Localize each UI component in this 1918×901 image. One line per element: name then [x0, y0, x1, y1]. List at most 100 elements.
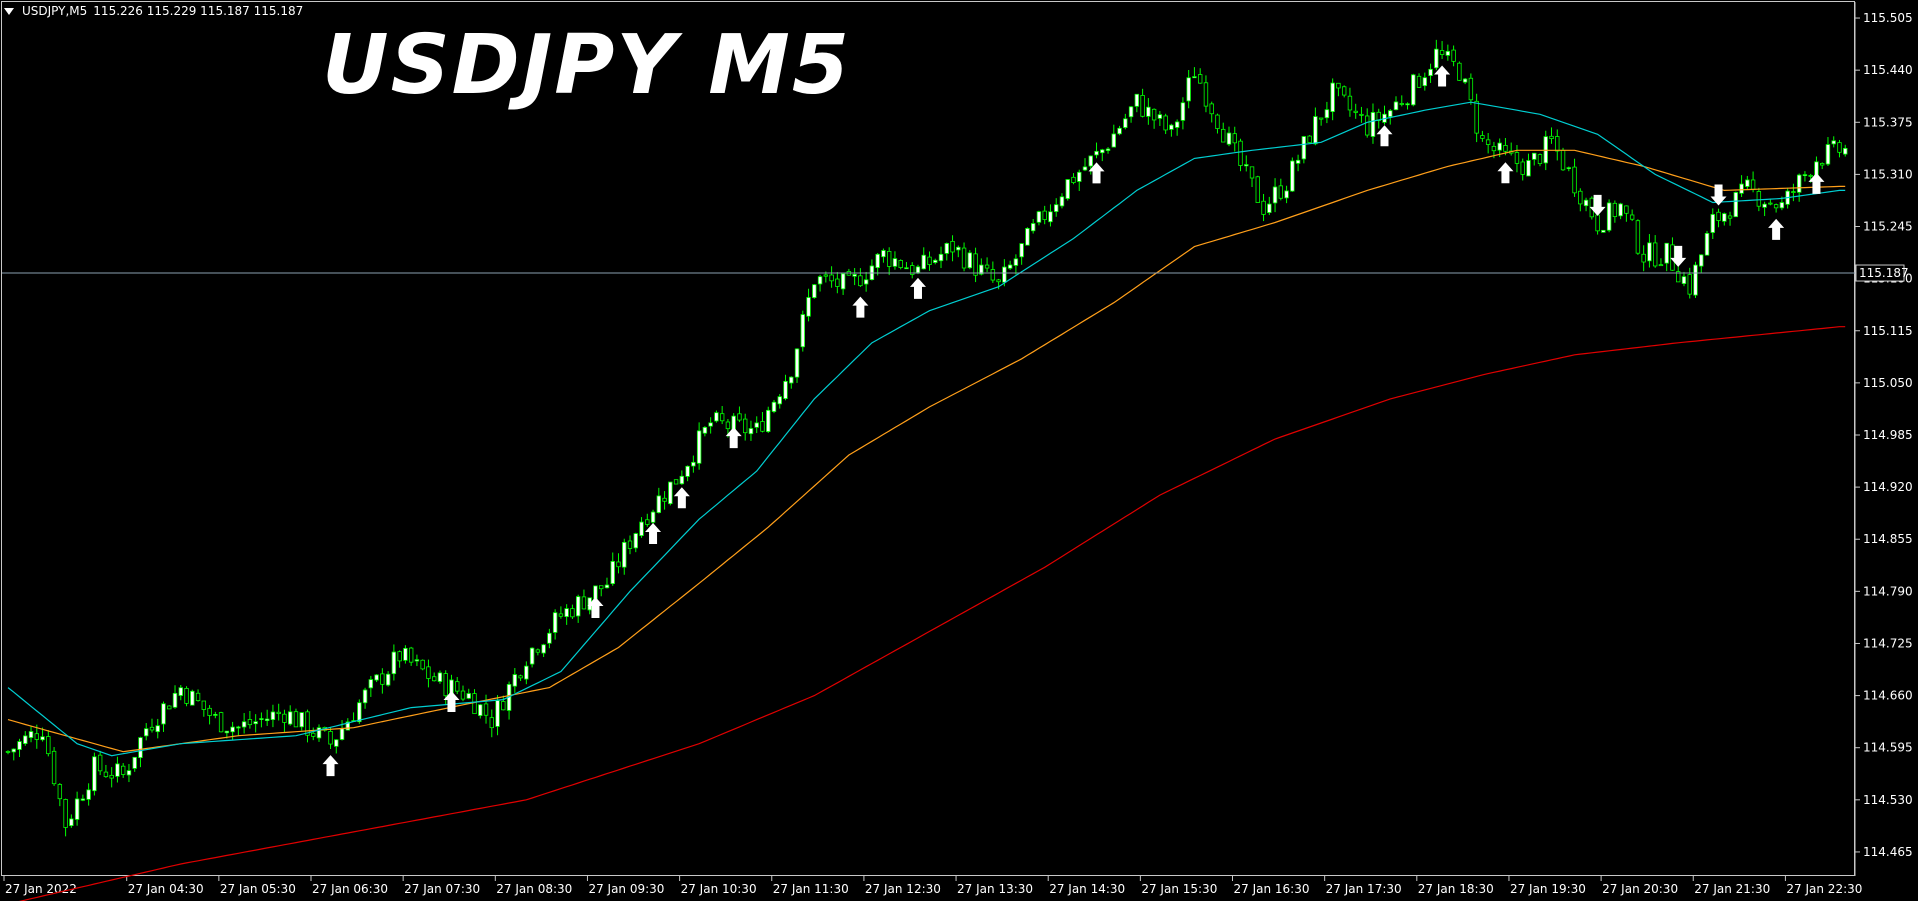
candle-body	[892, 258, 898, 267]
candle-body	[178, 687, 183, 696]
candle-body	[1606, 202, 1612, 231]
plot-frame	[1, 1, 1855, 876]
price-tick-label: 115.115	[1863, 324, 1913, 338]
candle-body	[1572, 166, 1577, 194]
price-tick-label: 114.530	[1863, 793, 1913, 807]
candle-body	[1313, 116, 1318, 145]
candle-body	[1439, 50, 1445, 55]
signal-arrows	[322, 65, 1825, 777]
arrow-shape	[1497, 162, 1514, 184]
candle-body	[662, 497, 667, 502]
time-tick-label: 27 Jan 22:30	[1786, 882, 1862, 896]
buy-arrow-icon	[322, 755, 339, 777]
chart-watermark: USDJPY M5	[322, 18, 851, 113]
candle-body	[155, 725, 160, 733]
candle-body	[1341, 86, 1347, 96]
candle-body	[840, 273, 846, 290]
candle-body	[1727, 215, 1733, 219]
candle-body	[529, 647, 535, 665]
candle-body	[1756, 191, 1762, 207]
candle-body	[1480, 135, 1485, 139]
candle-body	[1359, 113, 1364, 116]
candle-body	[184, 688, 189, 704]
candle-body	[1796, 174, 1802, 193]
time-tick-label: 27 Jan 13:30	[957, 882, 1033, 896]
candle-body	[1791, 191, 1796, 193]
candle-body	[1601, 229, 1606, 233]
arrow-shape	[1768, 218, 1785, 240]
candle-body	[1434, 48, 1439, 69]
candle-body	[1071, 176, 1076, 183]
candle-body	[1347, 95, 1353, 111]
candle-body	[385, 673, 391, 686]
time-tick-label: 27 Jan 15:30	[1141, 882, 1217, 896]
candle-body	[1399, 103, 1404, 105]
symbol-header[interactable]: USDJPY,M5 115.226 115.229 115.187 115.18…	[4, 4, 303, 18]
candle-body	[270, 711, 276, 720]
candle-body	[1117, 127, 1122, 135]
dropdown-triangle-icon[interactable]	[4, 7, 14, 15]
candle-body	[1566, 167, 1571, 170]
candle-body	[1180, 102, 1186, 121]
candle-body	[132, 756, 137, 769]
candle-body	[1578, 190, 1583, 205]
time-tick-label: 27 Jan 2022	[5, 882, 77, 896]
candle-body	[1186, 77, 1191, 102]
time-tick-label: 27 Jan 06:30	[312, 882, 388, 896]
candle-body	[420, 659, 425, 670]
candle-body	[1820, 163, 1825, 166]
candle-body	[927, 256, 932, 265]
candle-body	[938, 253, 944, 262]
ohlc-readout: 115.226 115.229 115.187 115.187	[93, 4, 304, 18]
candle-body	[1681, 276, 1687, 284]
candle-body	[46, 736, 51, 755]
price-tick-label: 114.855	[1863, 532, 1913, 546]
price-tick-label: 115.310	[1863, 167, 1913, 181]
chart-window[interactable]: 115.505 115.440 115.375 115.310 115.245 115.1…	[0, 0, 1918, 901]
moving-averages	[7, 101, 1846, 901]
candle-body	[1002, 266, 1007, 283]
candle-body	[1290, 160, 1295, 192]
candle-body	[1255, 176, 1260, 203]
candle-body	[195, 692, 201, 702]
buy-arrow-icon	[1768, 218, 1785, 240]
candle-body	[408, 647, 414, 663]
time-tick-label: 27 Jan 10:30	[681, 882, 757, 896]
candle-body	[40, 736, 45, 741]
candle-body	[1560, 149, 1566, 171]
candle-body	[754, 422, 759, 428]
candle-body	[1082, 166, 1088, 171]
time-tick-label: 27 Jan 18:30	[1418, 882, 1494, 896]
price-tick-label: 114.660	[1863, 689, 1913, 703]
candle-body	[1157, 114, 1163, 119]
candle-body	[1825, 144, 1831, 165]
candle-body	[1411, 74, 1416, 106]
candle-body	[1537, 154, 1543, 165]
buy-arrow-icon	[673, 487, 690, 509]
candle-body	[1318, 117, 1324, 120]
candle-body	[1624, 205, 1629, 214]
candle-body	[1238, 140, 1243, 166]
candle-body	[1831, 140, 1836, 145]
candle-body	[28, 731, 34, 738]
candle-body	[789, 376, 794, 384]
candle-body	[426, 666, 431, 679]
candle-body	[483, 703, 489, 716]
symbol-timeframe: USDJPY,M5	[22, 4, 88, 18]
candle-body	[213, 714, 218, 716]
candle-body	[616, 561, 621, 568]
candle-body	[1174, 121, 1180, 128]
candle-body	[967, 252, 973, 269]
candle-body	[1647, 242, 1652, 262]
candle-body	[950, 240, 955, 253]
candle-body	[627, 540, 633, 549]
price-chart[interactable]: 115.505 115.440 115.375 115.310 115.245 115.1…	[0, 0, 1918, 901]
candle-body	[852, 274, 857, 277]
candle-body	[748, 428, 754, 435]
price-tick-label: 114.790	[1863, 584, 1913, 598]
time-tick-label: 27 Jan 19:30	[1510, 882, 1586, 896]
candle-body	[1722, 213, 1727, 222]
candle-body	[656, 495, 662, 513]
candle-body	[1802, 174, 1808, 177]
candle-body	[558, 613, 564, 617]
